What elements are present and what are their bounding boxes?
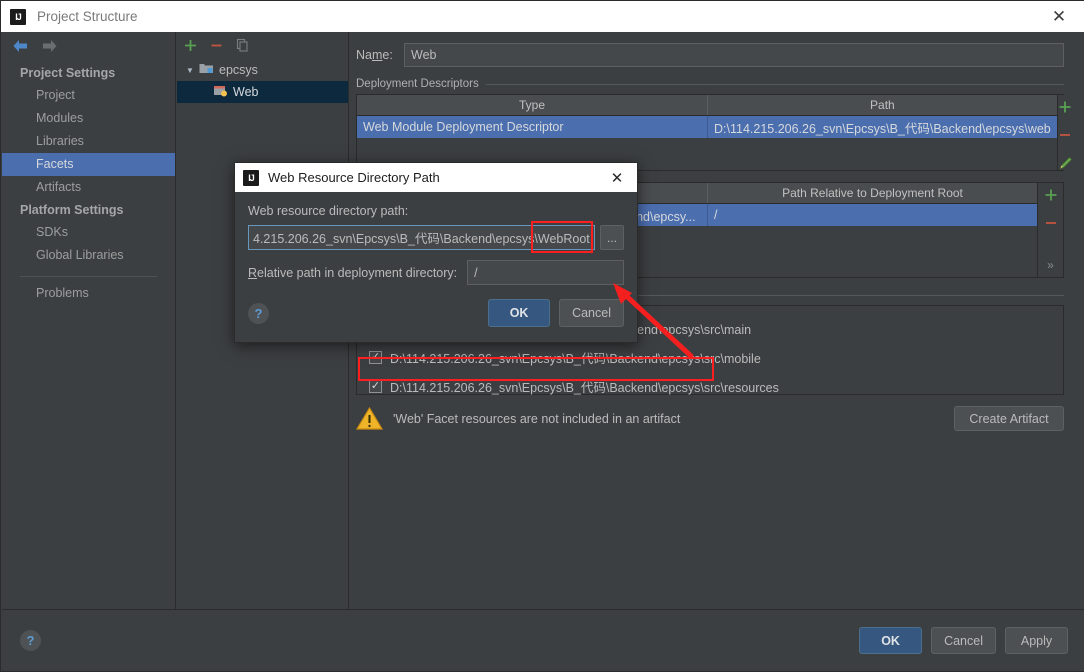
web-resource-directory-path-dialog: IJ Web Resource Directory Path ✕ Web res… [234, 162, 638, 343]
sidebar-divider [20, 276, 157, 277]
intellij-logo-icon: IJ [243, 169, 259, 186]
dialog-cancel-button[interactable]: Cancel [559, 299, 624, 327]
column-header-path-relative[interactable]: Path Relative to Deployment Root [707, 183, 1037, 203]
window-titlebar: IJ Project Structure ✕ [1, 1, 1084, 32]
relative-path-input[interactable]: / [467, 260, 624, 285]
sidebar-list: Project Settings Project Modules Librari… [2, 62, 175, 305]
source-root-item[interactable]: ✓ D:\114.215.206.26_svn\Epcsys\B_代码\Back… [357, 343, 1063, 372]
remove-descriptor-button[interactable] [1058, 128, 1072, 142]
source-root-path: D:\114.215.206.26_svn\Epcsys\B_代码\Backen… [390, 381, 779, 395]
cell-path-relative: / [707, 204, 1037, 226]
copy-facet-button[interactable] [235, 38, 250, 53]
facet-name-input[interactable]: Web [404, 43, 1064, 67]
deployment-descriptors-table: Type Path Web Module Deployment Descript… [356, 94, 1073, 171]
browse-button[interactable]: ... [600, 225, 624, 250]
edit-descriptor-button[interactable] [1058, 156, 1073, 171]
dialog-ok-button[interactable]: OK [488, 299, 551, 327]
sidebar-group-platform-settings: Platform Settings [20, 203, 124, 217]
sidebar-item-project[interactable]: Project [2, 84, 175, 107]
arrow-right-icon[interactable] [41, 39, 58, 53]
checkbox-icon[interactable]: ✓ [369, 380, 382, 393]
cell-type: Web Module Deployment Descriptor [363, 120, 564, 134]
footer-button-row: OK Cancel Apply [859, 627, 1068, 654]
dialog-close-button[interactable]: ✕ [603, 165, 631, 191]
cancel-button[interactable]: Cancel [931, 627, 996, 654]
add-facet-button[interactable] [183, 38, 198, 53]
chevron-down-icon[interactable]: ▼ [186, 66, 199, 75]
table-header-row: Type Path [357, 95, 1057, 116]
dialog-titlebar: IJ Web Resource Directory Path ✕ [235, 163, 637, 192]
add-descriptor-button[interactable] [1058, 100, 1072, 114]
module-folder-icon [199, 62, 214, 78]
deployment-descriptors-header: Deployment Descriptors [356, 78, 1064, 90]
window-title: Project Structure [37, 9, 138, 24]
relative-path-row: Relative path in deployment directory: / [248, 260, 624, 285]
sidebar-nav-row [2, 32, 175, 60]
apply-button[interactable]: Apply [1005, 627, 1068, 654]
warning-message: 'Web' Facet resources are not included i… [393, 411, 681, 426]
dialog-button-row: OK Cancel [488, 299, 624, 327]
table-row[interactable]: Web Module Deployment Descriptor D:\114.… [357, 116, 1057, 138]
add-web-resource-button[interactable] [1044, 188, 1058, 202]
sidebar-group-project-settings: Project Settings [20, 66, 116, 80]
column-header-path[interactable]: Path [707, 95, 1057, 115]
tree-node-epcsys[interactable]: ▼ epcsys [177, 59, 348, 81]
deployment-descriptors-toolbar [1056, 95, 1073, 171]
sidebar-item-libraries[interactable]: Libraries [2, 130, 175, 153]
arrow-left-icon[interactable] [12, 39, 29, 53]
source-root-item[interactable]: ✓ D:\114.215.206.26_svn\Epcsys\B_代码\Back… [357, 372, 1063, 401]
relative-path-label: Relative path in deployment directory: [248, 265, 458, 280]
checkbox-icon[interactable]: ✓ [369, 351, 382, 364]
header-rule [485, 83, 1064, 85]
web-resource-path-input[interactable]: 4.215.206.26_svn\Epcsys\B_代码\Backend\epc… [248, 225, 596, 250]
dialog-body: Web resource directory path: 4.215.206.2… [235, 192, 637, 285]
facet-name-label: Name: [356, 48, 393, 62]
dialog-footer: ? OK Cancel [235, 285, 637, 327]
source-root-path: D:\114.215.206.26_svn\Epcsys\B_代码\Backen… [390, 352, 761, 366]
deployment-descriptors-title: Deployment Descriptors [356, 78, 479, 90]
sidebar-item-facets[interactable]: Facets [2, 153, 175, 176]
window-close-button[interactable]: ✕ [1039, 2, 1079, 32]
dialog-help-button[interactable]: ? [248, 302, 269, 324]
ok-button[interactable]: OK [859, 627, 923, 654]
dialog-footer: ? OK Cancel Apply [2, 609, 1084, 671]
sidebar-item-global-libraries[interactable]: Global Libraries [2, 244, 175, 267]
deployment-descriptors-body: Type Path Web Module Deployment Descript… [357, 95, 1057, 170]
web-resource-directory-toolbar: » [1037, 183, 1063, 277]
web-resource-path-row: 4.215.206.26_svn\Epcsys\B_代码\Backend\epc… [248, 225, 624, 250]
tree-node-label: Web [233, 85, 259, 99]
remove-web-resource-button[interactable] [1044, 216, 1058, 230]
help-button[interactable]: ? [20, 630, 41, 651]
facet-name-row: Name: Web [350, 32, 1084, 67]
sidebar-item-modules[interactable]: Modules [2, 107, 175, 130]
cell-path: D:\114.215.206.26_svn\Epcsys\B_代码\Backen… [707, 116, 1057, 138]
sidebar-item-problems[interactable]: Problems [2, 282, 175, 305]
sidebar-item-sdks[interactable]: SDKs [2, 221, 175, 244]
intellij-logo-icon: IJ [10, 8, 26, 25]
warning-triangle-icon [355, 406, 384, 431]
facet-tree-toolbar [177, 32, 348, 59]
dialog-title: Web Resource Directory Path [268, 170, 440, 185]
sidebar-item-artifacts[interactable]: Artifacts [2, 176, 175, 199]
settings-sidebar: Project Settings Project Modules Librari… [2, 32, 176, 609]
remove-facet-button[interactable] [209, 38, 224, 53]
web-resource-path-label: Web resource directory path: [248, 204, 409, 218]
artifact-warning-bar: 'Web' Facet resources are not included i… [355, 406, 1064, 431]
project-structure-window: IJ Project Structure ✕ Project Settings … [0, 0, 1084, 672]
tree-node-web[interactable]: Web [177, 81, 348, 103]
column-header-type[interactable]: Type [357, 95, 707, 115]
tree-node-label: epcsys [219, 63, 258, 77]
create-artifact-button[interactable]: Create Artifact [954, 406, 1064, 431]
more-actions-icon[interactable]: » [1047, 259, 1054, 271]
web-facet-icon [213, 84, 228, 100]
path-input-text: 4.215.206.26_svn\Epcsys\B_代码\Backend\epc… [253, 232, 590, 246]
